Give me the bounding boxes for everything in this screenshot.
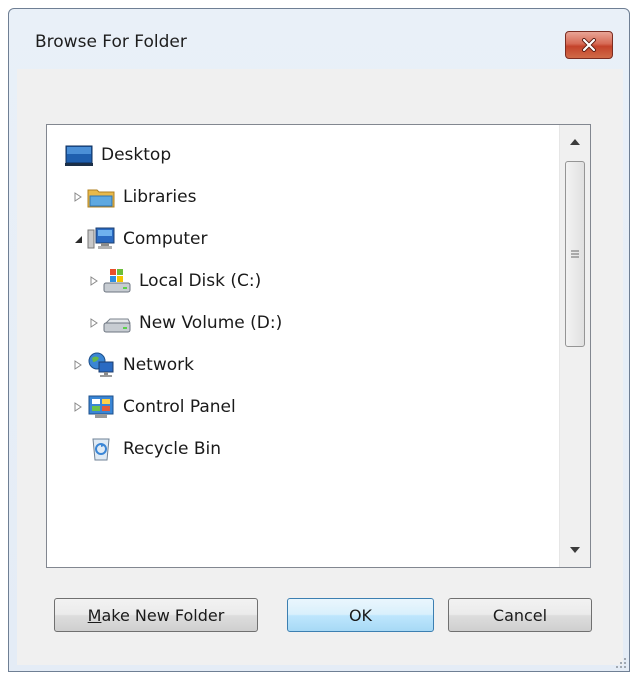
expand-arrow-icon[interactable] [89,276,99,286]
tree-item-label: Network [123,355,194,375]
collapse-arrow-icon[interactable] [73,234,83,244]
tree-item-label: Control Panel [123,397,236,417]
tree-item-label: Desktop [101,145,172,165]
make-new-folder-text: ake New Folder [101,605,225,625]
close-icon [582,38,596,52]
tree-item-recycle-bin[interactable]: Recycle Bin [87,433,221,465]
tree-item-label: Computer [123,229,208,249]
tree-item-control-panel[interactable]: Control Panel [73,391,236,423]
cancel-button[interactable]: Cancel [448,598,592,632]
scroll-up-icon [570,139,580,145]
grip-lines-icon [571,250,579,258]
scrollbar-thumb[interactable] [565,161,585,347]
expand-arrow-icon[interactable] [73,360,83,370]
scroll-up-button[interactable] [560,129,590,155]
tree-item-label: Recycle Bin [123,439,222,459]
tree-item-label: New Volume (D:) [139,313,283,333]
expand-arrow-icon[interactable] [73,402,83,412]
make-new-folder-label: Make New Folder [78,606,235,625]
make-new-folder-button[interactable]: Make New Folder [54,598,258,632]
dialog-title: Browse For Folder [35,32,187,52]
close-button[interactable] [565,31,613,59]
tree-item-libraries[interactable]: Libraries [73,181,196,213]
desktop-icon [65,142,93,168]
computer-icon [87,226,115,252]
tree-item-new-volume-d[interactable]: New Volume (D:) [89,307,282,339]
ok-label: OK [348,605,373,625]
libraries-icon [87,184,115,210]
network-icon [87,352,115,378]
vertical-scrollbar[interactable] [559,125,590,567]
folder-tree-list: Desktop Libraries Computer Local Disk (C… [47,125,559,567]
recycle-bin-icon [87,436,115,462]
expand-arrow-icon[interactable] [89,318,99,328]
cancel-label: Cancel [492,605,548,625]
tree-item-network[interactable]: Network [73,349,194,381]
scroll-down-icon [570,547,580,553]
drive-icon [103,310,131,336]
resize-grip-icon[interactable] [615,657,627,669]
ok-button[interactable]: OK [287,598,434,632]
scroll-down-button[interactable] [560,537,590,563]
tree-item-computer[interactable]: Computer [73,223,208,255]
tree-item-local-disk-c[interactable]: Local Disk (C:) [89,265,261,297]
mnemonic-letter: M [87,605,102,625]
local-disk-icon [103,268,131,294]
tree-item-desktop[interactable]: Desktop [65,139,171,171]
control-panel-icon [87,394,115,420]
tree-item-label: Local Disk (C:) [139,271,262,291]
folder-tree[interactable]: Desktop Libraries Computer Local Disk (C… [46,124,591,568]
tree-item-label: Libraries [123,187,197,207]
expand-arrow-icon[interactable] [73,192,83,202]
